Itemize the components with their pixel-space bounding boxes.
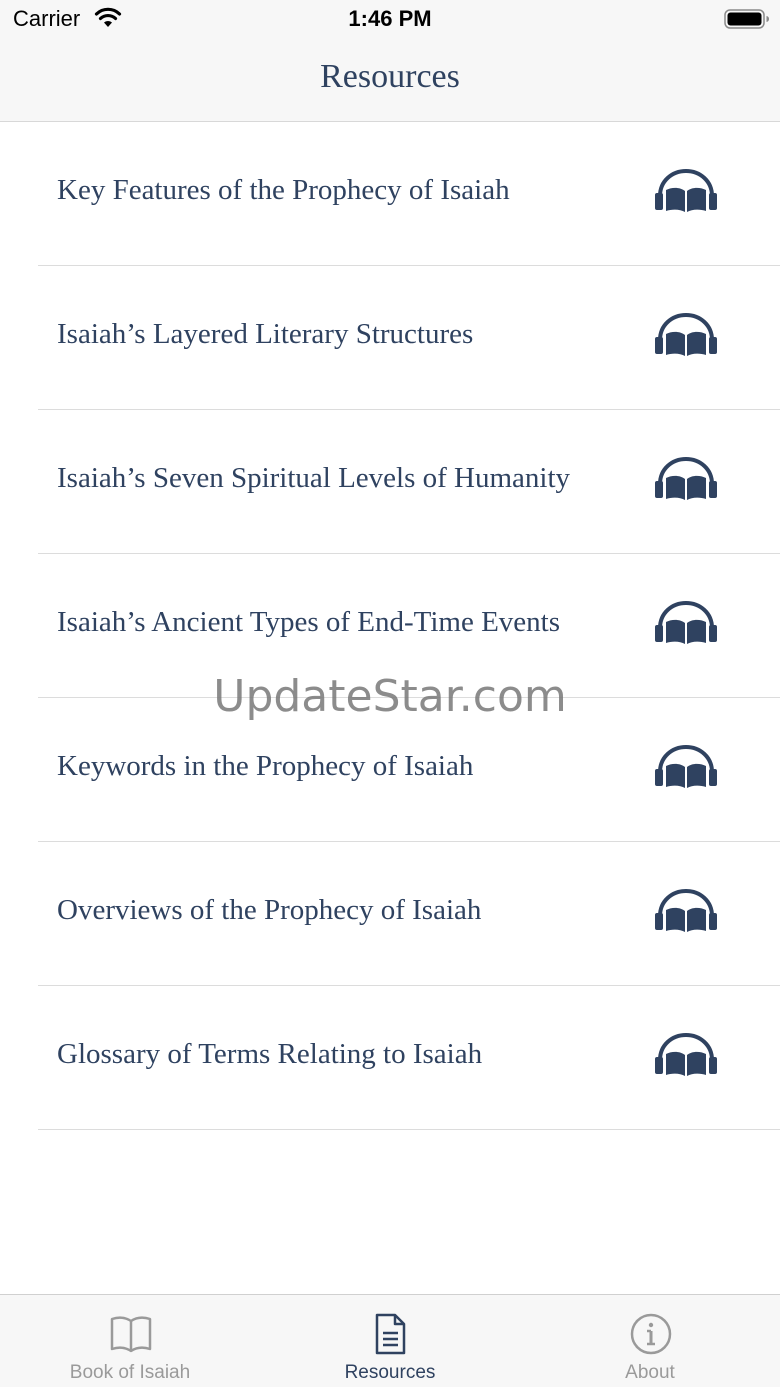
headphones-book-icon[interactable] [654, 600, 718, 648]
resource-title: Overviews of the Prophecy of Isaiah [57, 894, 482, 926]
resource-title: Isaiah’s Ancient Types of End-Time Event… [57, 606, 560, 638]
tab-bar: Book of Isaiah Resources About [0, 1294, 780, 1387]
tab-label: Book of Isaiah [69, 1362, 191, 1383]
tab-about[interactable]: About [520, 1295, 780, 1387]
headphones-book-icon[interactable] [654, 1032, 718, 1080]
status-time: 1:46 PM [348, 6, 432, 31]
status-bar: Carrier 1:46 PM [0, 0, 780, 40]
headphones-book-icon[interactable] [654, 888, 718, 936]
resource-title: Key Features of the Prophecy of Isaiah [57, 174, 510, 206]
list-item[interactable]: Isaiah’s Layered Literary Structures [38, 266, 780, 410]
headphones-book-icon[interactable] [654, 456, 718, 504]
page-title: Resources [320, 58, 460, 95]
list-item[interactable]: Key Features of the Prophecy of Isaiah [38, 122, 780, 266]
screen: Carrier 1:46 PM Resources Key Features o… [0, 0, 780, 1387]
tab-resources[interactable]: Resources [260, 1295, 520, 1387]
headphones-book-icon[interactable] [654, 168, 718, 216]
list-item[interactable]: Keywords in the Prophecy of Isaiah [38, 698, 780, 842]
list-item[interactable]: Glossary of Terms Relating to Isaiah [38, 986, 780, 1130]
tab-label: Resources [344, 1362, 436, 1383]
headphones-book-icon[interactable] [654, 744, 718, 792]
battery-icon [724, 9, 769, 29]
resources-list: Key Features of the Prophecy of Isaiah Is… [0, 122, 780, 1130]
list-item[interactable]: Isaiah’s Ancient Types of End-Time Event… [38, 554, 780, 698]
list-item[interactable]: Isaiah’s Seven Spiritual Levels of Human… [38, 410, 780, 554]
list-item[interactable]: Overviews of the Prophecy of Isaiah [38, 842, 780, 986]
resource-title: Glossary of Terms Relating to Isaiah [57, 1038, 483, 1070]
document-icon [375, 1313, 406, 1355]
tab-label: About [625, 1362, 675, 1383]
resource-title: Isaiah’s Seven Spiritual Levels of Human… [57, 462, 571, 494]
resource-title: Isaiah’s Layered Literary Structures [57, 318, 474, 350]
tab-book-of-isaiah[interactable]: Book of Isaiah [0, 1295, 260, 1387]
navigation-bar: Resources [0, 40, 780, 122]
resource-title: Keywords in the Prophecy of Isaiah [57, 750, 474, 782]
headphones-book-icon[interactable] [654, 312, 718, 360]
info-icon [630, 1313, 672, 1355]
book-icon [110, 1316, 152, 1353]
